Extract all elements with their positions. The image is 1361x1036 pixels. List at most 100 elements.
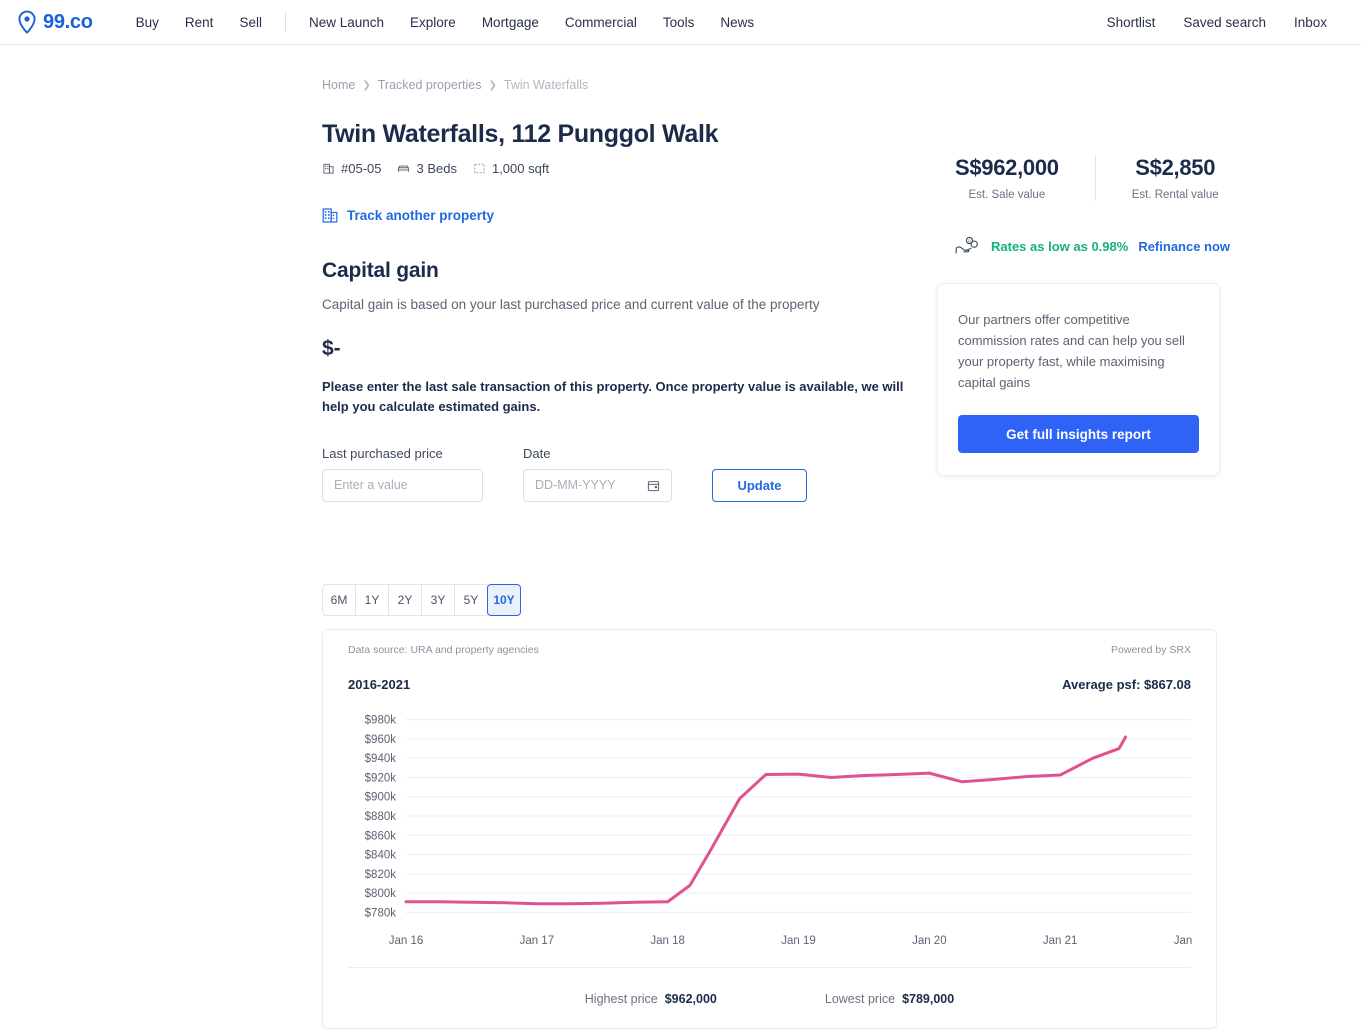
get-full-insights-report-button[interactable]: Get full insights report [958,415,1199,454]
last-purchased-price-input[interactable]: Enter a value [322,468,483,502]
partner-promo-card: Our partners offer competitive commissio… [937,283,1220,477]
last-purchased-price-label: Last purchased price [322,445,443,461]
est-sale-value-label: Est. Sale value [968,189,1046,201]
area-icon [474,163,485,173]
meta-area: 1,000 sqft [473,161,549,176]
y-axis-tick-label: $900k [365,792,397,804]
meta-unit: #05-05 [322,161,381,176]
promo-text: Our partners offer competitive commissio… [958,312,1185,391]
estimated-values: S$962,000 Est. Sale value S$2,850 Est. R… [955,155,1219,201]
refinance-banner: 0 Rates as low as 0.98% Refinance now [955,236,1230,256]
nav-item-news[interactable]: News [707,15,767,30]
refinance-now-link[interactable]: Refinance now [1138,239,1230,254]
nav-item-saved-search[interactable]: Saved search [1169,15,1280,30]
meta-beds: 3 Beds [397,160,457,176]
chart-plot-area: $780k $800k $820k $840k $860k $880k $900k $920k… [348,702,1193,962]
nav-divider [284,12,286,32]
y-axis-tick-label: $860k [365,830,397,842]
capital-gain-heading: Capital gain [322,258,439,282]
update-button[interactable]: Update [712,468,807,502]
x-axis-tick-label: Jan 16 [389,935,424,947]
nav-item-shortlist[interactable]: Shortlist [1093,15,1170,30]
chevron-right-icon: ❯ [488,79,497,91]
capital-gain-note: Please enter the last sale transaction o… [322,378,904,414]
buildings-icon [322,207,338,223]
refinance-rate-text: Rates as low as 0.98% [991,238,1129,254]
price-history-chart-card: Data source: URA and property agencies P… [322,628,1217,1029]
nav-item-buy[interactable]: Buy [123,15,172,30]
top-navigation-bar: 99.co Buy Rent Sell New Launch Explore M… [0,0,1361,45]
y-axis-tick-label: $820k [365,869,397,881]
nav-item-tools[interactable]: Tools [650,15,708,30]
x-axis-tick-label: Jan 18 [650,935,685,947]
chart-card-top: Data source: URA and property agencies P… [348,644,1191,656]
last-purchased-price-group: Last purchased price Enter a value [322,446,483,502]
lowest-price-label: Lowest price [824,991,896,1006]
y-axis-tick-label: $940k [365,753,397,765]
y-axis-tick-label: $800k [365,888,397,900]
est-rental-value-block: S$2,850 Est. Rental value [1096,155,1219,201]
range-2y[interactable]: 2Y [388,583,422,616]
highest-price-label: Highest price [584,991,658,1006]
x-axis-tick-label: Jan 22 [1174,935,1193,947]
date-group: Date DD-MM-YYYY [523,446,672,502]
x-axis-tick-label: Jan 17 [520,935,555,947]
logo-text: 99.co [43,10,93,33]
track-another-property-link[interactable]: Track another property [322,207,1222,224]
est-rental-value: S$2,850 [1135,155,1216,180]
property-meta: #05-05 3 Beds 1,000 sqft [322,161,718,176]
bed-icon [398,165,410,172]
nav-item-inbox[interactable]: Inbox [1280,15,1341,30]
nav-item-rent[interactable]: Rent [172,15,227,30]
page-body: Home ❯ Tracked properties ❯ Twin Waterfa… [0,45,1361,1036]
secondary-nav: Shortlist Saved search Inbox [1093,15,1341,30]
y-axis-tick-label: $840k [365,849,397,861]
chart-powered-by: Powered by SRX [1111,643,1191,656]
breadcrumb-home[interactable]: Home [322,78,355,92]
meta-beds-label: 3 Beds [416,160,457,176]
lowest-price-stat: Lowest price $789,000 [825,992,954,1006]
range-5y[interactable]: 5Y [454,583,488,616]
logo-99co[interactable]: 99.co [16,10,93,34]
nav-item-new-launch[interactable]: New Launch [296,15,397,30]
est-sale-value-block: S$962,000 Est. Sale value [955,155,1096,201]
chevron-right-icon: ❯ [362,79,371,91]
chart-series-line [404,735,1128,905]
date-input[interactable]: DD-MM-YYYY [523,468,672,502]
lowest-price-value: $789,000 [902,991,955,1006]
x-axis-tick-label: Jan 21 [1043,935,1078,947]
page-title: Twin Waterfalls, 112 Punggol Walk [322,120,719,148]
chart-card-header: 2016-2021 Average psf: $867.08 [348,677,1191,692]
calendar-icon[interactable] [647,479,660,492]
est-rental-value-label: Est. Rental value [1131,189,1219,201]
y-axis-tick-label: $920k [365,772,397,784]
chart-period-label: 2016-2021 [348,676,411,692]
breadcrumb-tracked-properties[interactable]: Tracked properties [378,78,482,92]
x-axis-tick-label: Jan 20 [912,935,947,947]
chart-data-source: Data source: URA and property agencies [348,643,539,656]
meta-unit-label: #05-05 [341,160,382,176]
range-3y[interactable]: 3Y [421,583,455,616]
nav-item-explore[interactable]: Explore [397,15,469,30]
svg-text:0: 0 [968,238,971,243]
track-another-property-label: Track another property [347,207,495,223]
range-6m[interactable]: 6M [322,583,356,616]
est-sale-value: S$962,000 [955,155,1059,180]
y-axis-tick-label: $960k [365,734,397,746]
range-10y[interactable]: 10Y [487,583,521,616]
highest-price-value: $962,000 [664,991,717,1006]
y-axis-tick-label: $780k [365,907,397,919]
chart-average-psf: Average psf: $867.08 [1062,676,1191,692]
nav-item-sell[interactable]: Sell [226,15,275,30]
nav-item-commercial[interactable]: Commercial [552,15,650,30]
hand-coins-icon: 0 [955,236,978,254]
range-1y[interactable]: 1Y [355,583,389,616]
date-input-placeholder: DD-MM-YYYY [535,478,616,493]
time-range-selector: 6M 1Y 2Y 3Y 5Y 10Y [322,583,1222,616]
y-axis-tick-label: $980k [365,714,397,726]
building-icon [323,163,334,174]
meta-area-label: 1,000 sqft [491,160,550,176]
location-pin-icon [18,10,36,34]
nav-item-mortgage[interactable]: Mortgage [469,15,552,30]
primary-nav: Buy Rent Sell New Launch Explore Mortgag… [123,12,768,32]
